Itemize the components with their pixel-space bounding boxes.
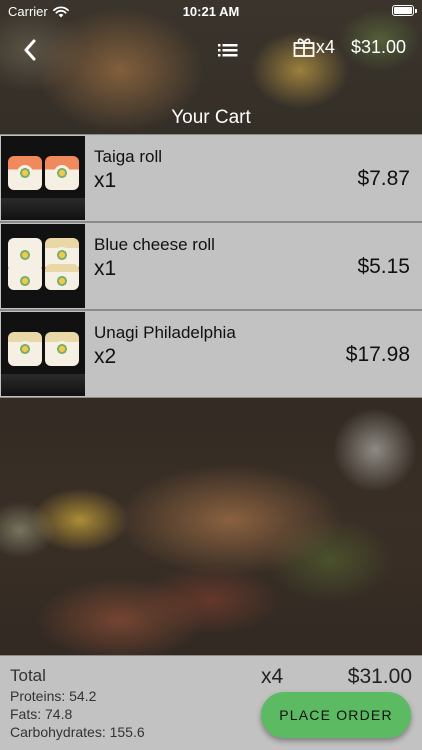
list-icon — [218, 44, 238, 57]
cart-item[interactable]: Blue cheese roll x1 $5.15 — [0, 222, 422, 310]
menu-list-button[interactable] — [216, 38, 240, 62]
item-thumbnail — [1, 312, 85, 396]
item-quantity: x1 — [94, 257, 117, 280]
cart-summary-button[interactable]: x4 $31.00 — [293, 36, 406, 58]
chevron-left-icon — [24, 39, 36, 61]
total-label: Total — [10, 666, 46, 685]
item-thumbnail — [1, 224, 85, 308]
order-summary-footer: Total Proteins: 54.2 Fats: 74.8 Carbohyd… — [0, 655, 422, 750]
cart-total: $31.00 — [350, 36, 406, 57]
item-quantity: x2 — [94, 345, 117, 368]
fats-value: Fats: 74.8 — [10, 706, 73, 722]
proteins-value: Proteins: 54.2 — [10, 688, 97, 704]
item-name: Blue cheese roll — [94, 235, 215, 254]
item-price: $7.87 — [357, 167, 410, 190]
battery-icon — [392, 5, 417, 16]
cart-list: Taiga roll x1 $7.87 Blue cheese roll x1 … — [0, 134, 422, 398]
status-time: 10:21 AM — [182, 4, 240, 19]
total-count: x4 — [261, 665, 284, 688]
item-price: $5.15 — [357, 255, 410, 278]
page-title: Your Cart — [171, 106, 251, 128]
place-order-button[interactable]: PLACE ORDER — [261, 692, 411, 738]
back-button[interactable] — [16, 36, 44, 64]
total-price: $31.00 — [347, 665, 412, 688]
cart-count: x4 — [315, 36, 335, 57]
navigation-bar: x4 $31.00 — [0, 30, 422, 70]
item-name: Unagi Philadelphia — [94, 323, 236, 342]
carbohydrates-value: Carbohydrates: 155.6 — [10, 724, 145, 740]
item-thumbnail — [1, 136, 85, 220]
item-price: $17.98 — [345, 343, 410, 366]
status-bar: Carrier 10:21 AM — [0, 0, 422, 24]
item-quantity: x1 — [94, 169, 117, 192]
cart-item[interactable]: Unagi Philadelphia x2 $17.98 — [0, 310, 422, 398]
item-name: Taiga roll — [94, 147, 163, 166]
gift-icon — [293, 38, 315, 57]
cart-item[interactable]: Taiga roll x1 $7.87 — [0, 134, 422, 222]
